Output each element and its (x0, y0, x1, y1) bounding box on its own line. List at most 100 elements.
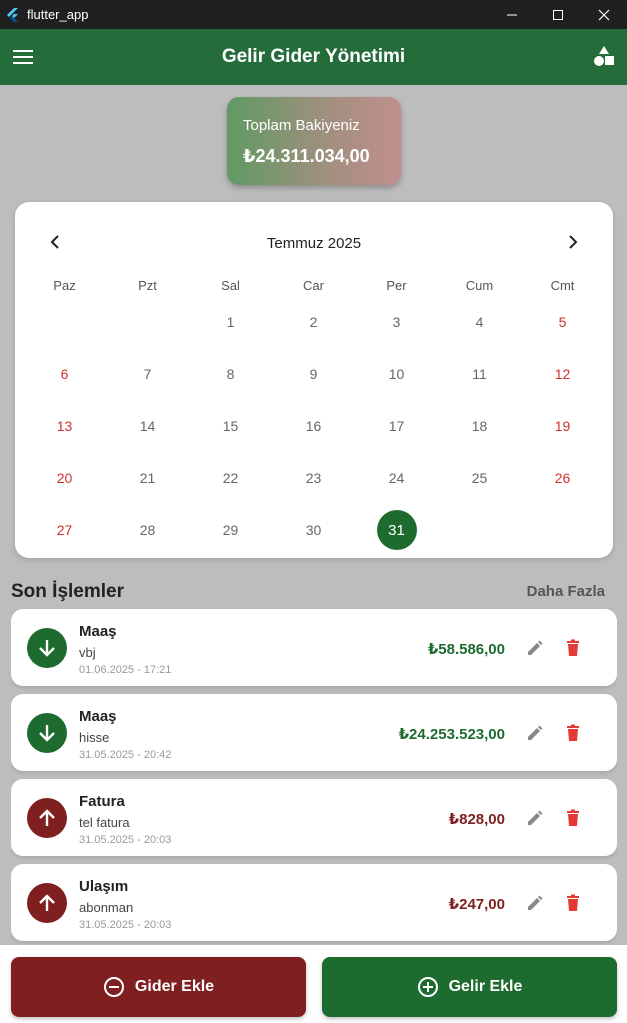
arrow-down-icon (27, 713, 67, 753)
calendar-day (106, 296, 189, 348)
category-icon[interactable] (593, 45, 615, 67)
transaction-date: 31.05.2025 - 20:03 (79, 919, 172, 931)
transaction-item[interactable]: Ulaşım abonman 31.05.2025 - 20:03 ₺247,0… (11, 864, 617, 941)
calendar-week: 20 21 22 23 24 25 26 (23, 452, 605, 504)
menu-icon[interactable] (13, 47, 33, 67)
plus-circle-icon (417, 977, 438, 997)
calendar-day[interactable]: 24 (355, 452, 438, 504)
transaction-category: Maaş (79, 708, 117, 725)
calendar-day[interactable]: 2 (272, 296, 355, 348)
transaction-category: Maaş (79, 623, 117, 640)
more-link[interactable]: Daha Fazla (527, 583, 605, 600)
weekday-label: Sal (221, 278, 240, 293)
calendar: Temmuz 2025 Paz Pzt Sal Car Per Cum Cmt … (15, 202, 613, 558)
close-icon (598, 9, 610, 20)
calendar-day[interactable]: 25 (438, 452, 521, 504)
add-expense-label: Gider Ekle (134, 978, 215, 995)
calendar-day[interactable]: 29 (189, 504, 272, 556)
transaction-category: Ulaşım (79, 878, 129, 895)
balance-value: ₺24.311.034,00 (243, 146, 370, 166)
edit-icon[interactable] (525, 893, 545, 913)
calendar-day[interactable]: 5 (521, 296, 604, 348)
weekday-header: Paz Pzt Sal Car Per Cum Cmt (23, 278, 605, 293)
maximize-icon (553, 9, 563, 20)
weekday-label: Paz (53, 278, 76, 293)
arrow-up-icon (27, 798, 67, 838)
maximize-button[interactable] (535, 0, 581, 29)
delete-icon[interactable] (563, 893, 583, 913)
weekday-label: Car (303, 278, 324, 293)
calendar-month: Temmuz 2025 (266, 235, 362, 252)
calendar-day[interactable]: 9 (272, 348, 355, 400)
transaction-item[interactable]: Fatura tel fatura 31.05.2025 - 20:03 ₺82… (11, 779, 617, 856)
add-income-label: Gelir Ekle (448, 978, 523, 995)
edit-icon[interactable] (525, 808, 545, 828)
calendar-week: 27 28 29 30 31 (23, 504, 605, 556)
calendar-day[interactable]: 10 (355, 348, 438, 400)
bottom-action-bar: Gider Ekle Gelir Ekle (0, 945, 627, 1023)
calendar-day[interactable]: 7 (106, 348, 189, 400)
transaction-item[interactable]: Maaş hisse 31.05.2025 - 20:42 ₺24.253.52… (11, 694, 617, 771)
balance-label: Toplam Bakiyeniz (243, 117, 360, 134)
edit-icon[interactable] (525, 723, 545, 743)
calendar-day[interactable]: 12 (521, 348, 604, 400)
chevron-right-icon[interactable] (563, 232, 583, 252)
add-expense-button[interactable]: Gider Ekle (11, 957, 306, 1017)
calendar-day[interactable]: 16 (272, 400, 355, 452)
calendar-day[interactable]: 27 (23, 504, 106, 556)
calendar-day-selected[interactable]: 31 (355, 504, 438, 556)
calendar-week: 1 2 3 4 5 (23, 296, 605, 348)
arrow-up-icon (27, 883, 67, 923)
weekday-label: Pzt (138, 278, 157, 293)
close-window-button[interactable] (581, 0, 627, 29)
calendar-week: 6 7 8 9 10 11 12 (23, 348, 605, 400)
calendar-day[interactable]: 19 (521, 400, 604, 452)
transaction-description: hisse (79, 730, 110, 745)
delete-icon[interactable] (563, 638, 583, 658)
transaction-item[interactable]: Maaş vbj 01.06.2025 - 17:21 ₺58.586,00 (11, 609, 617, 686)
transaction-amount: ₺24.253.523,00 (398, 726, 505, 743)
calendar-day[interactable]: 18 (438, 400, 521, 452)
calendar-day[interactable]: 13 (23, 400, 106, 452)
transaction-description: tel fatura (79, 815, 130, 830)
transaction-list[interactable]: Maaş vbj 01.06.2025 - 17:21 ₺58.586,00 M… (11, 609, 617, 945)
add-income-button[interactable]: Gelir Ekle (322, 957, 617, 1017)
calendar-day[interactable]: 4 (438, 296, 521, 348)
transaction-description: vbj (79, 645, 96, 660)
delete-icon[interactable] (563, 723, 583, 743)
flutter-logo-icon (7, 7, 18, 22)
calendar-day[interactable]: 3 (355, 296, 438, 348)
calendar-day (23, 296, 106, 348)
calendar-day[interactable]: 1 (189, 296, 272, 348)
calendar-day[interactable]: 14 (106, 400, 189, 452)
calendar-day[interactable]: 6 (23, 348, 106, 400)
app-bar: Gelir Gider Yönetimi (0, 29, 627, 85)
transaction-category: Fatura (79, 793, 125, 810)
edit-icon[interactable] (525, 638, 545, 658)
calendar-grid: 1 2 3 4 5 6 7 8 9 10 11 12 13 14 15 16 1… (23, 296, 605, 556)
calendar-day[interactable]: 22 (189, 452, 272, 504)
transaction-date: 01.06.2025 - 17:21 (79, 664, 172, 676)
transaction-date: 31.05.2025 - 20:03 (79, 834, 172, 846)
window-titlebar: flutter_app (0, 0, 627, 29)
calendar-day[interactable]: 23 (272, 452, 355, 504)
calendar-week: 13 14 15 16 17 18 19 (23, 400, 605, 452)
calendar-day[interactable]: 28 (106, 504, 189, 556)
calendar-day[interactable]: 21 (106, 452, 189, 504)
recent-transactions-title: Son İşlemler (11, 581, 124, 602)
calendar-day[interactable]: 26 (521, 452, 604, 504)
window-title: flutter_app (27, 7, 89, 22)
delete-icon[interactable] (563, 808, 583, 828)
minimize-button[interactable] (489, 0, 535, 29)
arrow-down-icon (27, 628, 67, 668)
minimize-icon (507, 14, 517, 15)
calendar-day[interactable]: 8 (189, 348, 272, 400)
weekday-label: Cum (465, 278, 494, 293)
calendar-day (438, 504, 521, 556)
calendar-day[interactable]: 17 (355, 400, 438, 452)
transaction-amount: ₺247,00 (448, 896, 505, 913)
calendar-day[interactable]: 20 (23, 452, 106, 504)
calendar-day[interactable]: 15 (189, 400, 272, 452)
calendar-day[interactable]: 11 (438, 348, 521, 400)
calendar-day[interactable]: 30 (272, 504, 355, 556)
